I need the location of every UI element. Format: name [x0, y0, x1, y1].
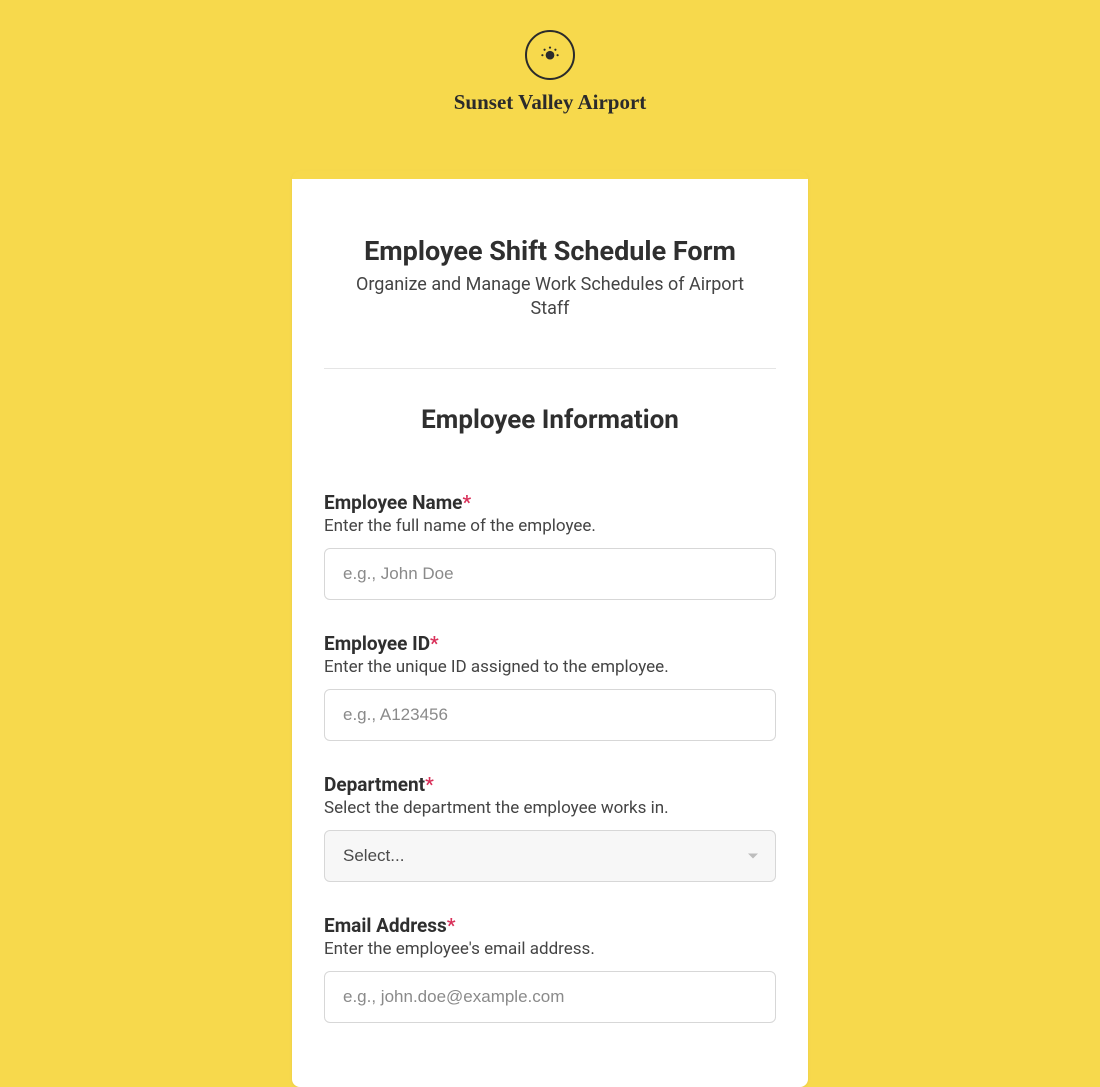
sun-icon	[537, 40, 563, 70]
form-subtitle: Organize and Manage Work Schedules of Ai…	[335, 273, 765, 322]
employee-name-label-text: Employee Name	[324, 491, 462, 514]
form-title: Employee Shift Schedule Form	[324, 235, 776, 267]
required-marker: *	[447, 914, 456, 937]
employee-id-input[interactable]	[324, 689, 776, 741]
required-marker: *	[462, 491, 471, 514]
employee-id-label-text: Employee ID	[324, 632, 430, 655]
section-title: Employee Information	[324, 405, 776, 435]
divider	[324, 368, 776, 369]
form-card: Employee Shift Schedule Form Organize an…	[292, 171, 808, 1087]
department-label-text: Department	[324, 773, 425, 796]
employee-id-help: Enter the unique ID assigned to the empl…	[324, 657, 776, 677]
department-select-wrap: Select...	[324, 830, 776, 882]
field-employee-id: Employee ID* Enter the unique ID assigne…	[324, 632, 776, 741]
department-select[interactable]: Select...	[324, 830, 776, 882]
required-marker: *	[430, 632, 439, 655]
email-input[interactable]	[324, 971, 776, 1023]
org-name: Sunset Valley Airport	[0, 90, 1100, 115]
email-help: Enter the employee's email address.	[324, 939, 776, 959]
field-department: Department* Select the department the em…	[324, 773, 776, 882]
required-marker: *	[425, 773, 434, 796]
department-help: Select the department the employee works…	[324, 798, 776, 818]
logo-circle	[525, 30, 575, 80]
field-email: Email Address* Enter the employee's emai…	[324, 914, 776, 1023]
email-label: Email Address*	[324, 914, 776, 937]
employee-name-label: Employee Name*	[324, 491, 776, 514]
page-header: Sunset Valley Airport	[0, 0, 1100, 135]
employee-name-help: Enter the full name of the employee.	[324, 516, 776, 536]
employee-name-input[interactable]	[324, 548, 776, 600]
email-label-text: Email Address	[324, 914, 447, 937]
department-label: Department*	[324, 773, 776, 796]
field-employee-name: Employee Name* Enter the full name of th…	[324, 491, 776, 600]
employee-id-label: Employee ID*	[324, 632, 776, 655]
